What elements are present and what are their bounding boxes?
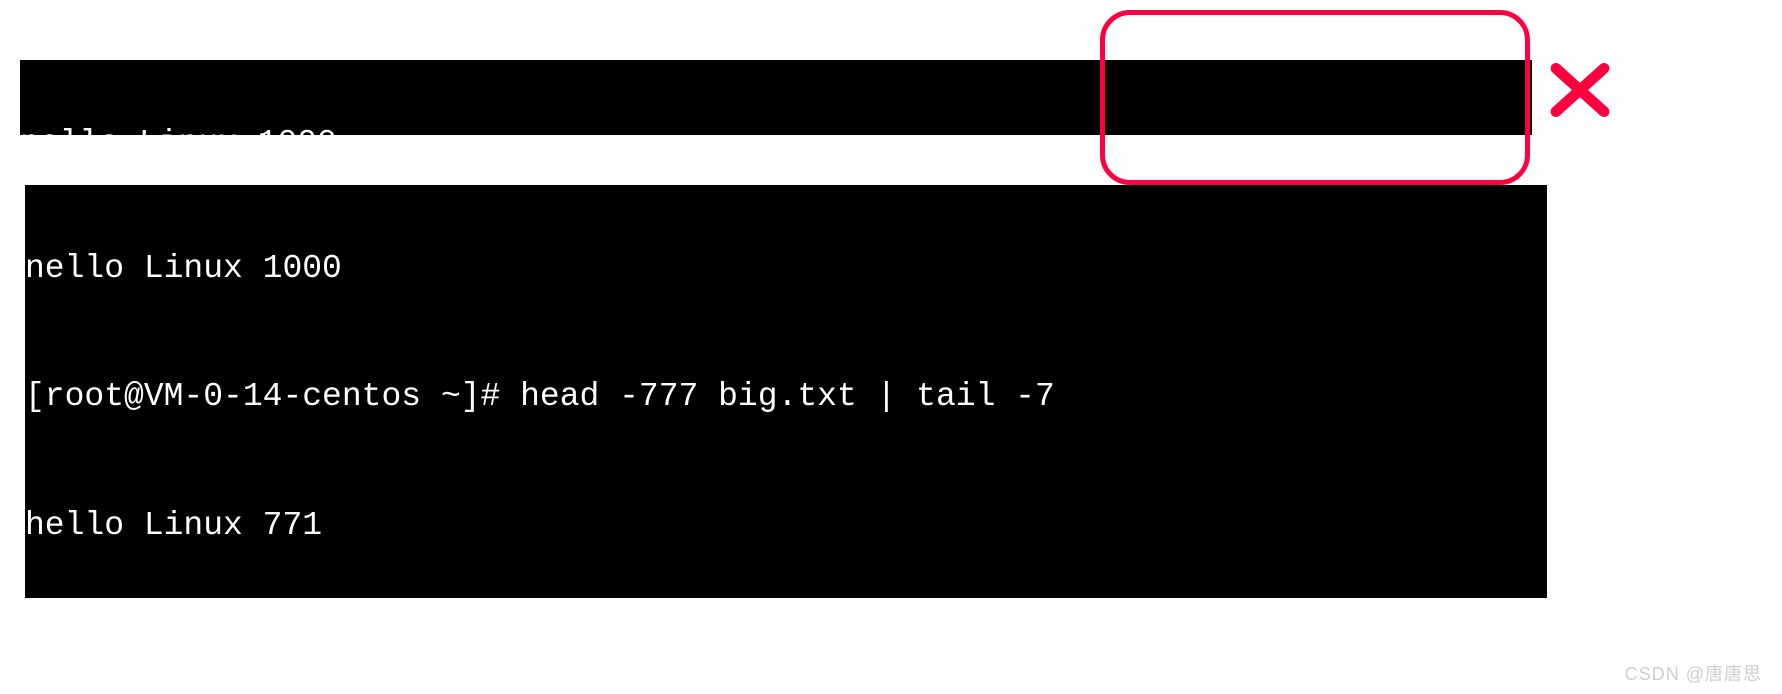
shell-prompt: [root@VM-0-14-centos ~]# bbox=[25, 378, 520, 415]
command-line: [root@VM-0-14-centos ~]# head -777 big.t… bbox=[25, 376, 1547, 419]
terminal-block-2: nello Linux 1000 [root@VM-0-14-centos ~]… bbox=[25, 185, 1547, 598]
output-line: hello Linux 771 bbox=[25, 505, 1547, 548]
watermark-text: CSDN @唐唐思 bbox=[1625, 663, 1762, 686]
shell-command: head -777 big.txt | tail -7 bbox=[520, 378, 1055, 415]
output-line: nello Linux 1000 bbox=[25, 248, 1547, 291]
terminal-block-1: nello Linux 1000 [root@VM-0-14-centos ~]… bbox=[20, 60, 1532, 135]
output-line: nello Linux 1000 bbox=[20, 123, 1532, 135]
x-icon bbox=[1545, 60, 1615, 120]
